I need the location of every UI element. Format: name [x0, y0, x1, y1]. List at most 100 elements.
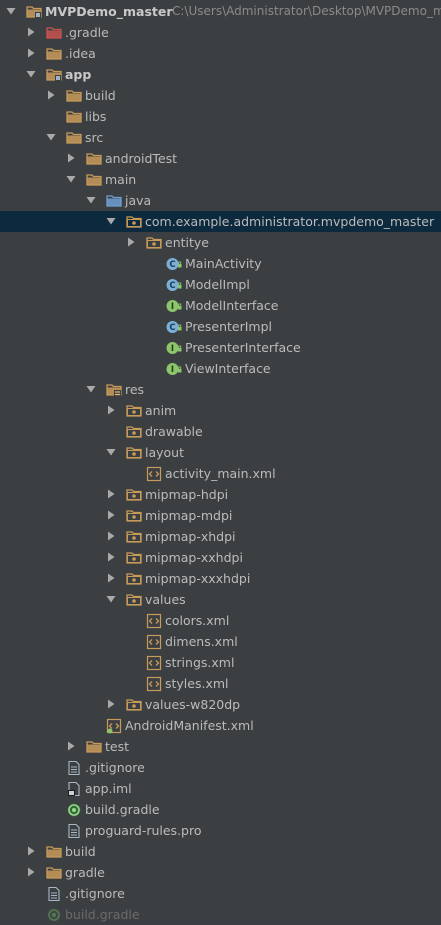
tree-row-presenterinterface[interactable]: I PresenterInterface [0, 337, 441, 358]
tree-row-main[interactable]: main [0, 169, 441, 190]
tree-row-label: PresenterImpl [185, 319, 272, 334]
package-icon [126, 424, 142, 440]
collapsed-arrow-icon[interactable] [26, 48, 36, 58]
tree-row-label: drawable [145, 424, 203, 439]
tree-row-build[interactable]: build [0, 841, 441, 862]
gradle-file-icon [66, 802, 82, 818]
tree-row-styles-xml[interactable]: styles.xml [0, 673, 441, 694]
expanded-arrow-icon[interactable] [66, 174, 76, 184]
collapsed-arrow-icon[interactable] [106, 510, 116, 520]
tree-row-mipmap-mdpi[interactable]: mipmap-mdpi [0, 505, 441, 526]
interface-icon: I [166, 298, 182, 314]
tree-row-label: anim [145, 403, 177, 418]
tree-row-gitignore[interactable]: .gitignore [0, 757, 441, 778]
tree-row-mipmap-hdpi[interactable]: mipmap-hdpi [0, 484, 441, 505]
tree-row-label: java [125, 193, 152, 208]
package-icon [126, 508, 142, 524]
tree-row-label: androidTest [105, 151, 178, 166]
tree-row-label: .gitignore [85, 760, 145, 775]
iml-file-icon [66, 781, 82, 797]
folder-icon [46, 844, 62, 860]
tree-row-res[interactable]: res [0, 379, 441, 400]
tree-row-presenterimpl[interactable]: C PresenterImpl [0, 316, 441, 337]
tree-row-idea[interactable]: .idea [0, 43, 441, 64]
tree-row-mvpdemo-master[interactable]: MVPDemo_master C:\Users\Administrator\Des… [0, 1, 441, 22]
tree-row-app[interactable]: app [0, 64, 441, 85]
collapsed-arrow-icon[interactable] [26, 27, 36, 37]
tree-row-mipmap-xxxhdpi[interactable]: mipmap-xxxhdpi [0, 568, 441, 589]
tree-row-proguard-rules-pro[interactable]: proguard-rules.pro [0, 820, 441, 841]
collapsed-arrow-icon[interactable] [26, 846, 36, 856]
tree-row-label: values-w820dp [145, 697, 241, 712]
tree-row-values[interactable]: values [0, 589, 441, 610]
tree-row-androidtest[interactable]: androidTest [0, 148, 441, 169]
tree-row-label: test [105, 739, 130, 754]
collapsed-arrow-icon[interactable] [26, 867, 36, 877]
collapsed-arrow-icon[interactable] [46, 90, 56, 100]
tree-row-mipmap-xxhdpi[interactable]: mipmap-xxhdpi [0, 547, 441, 568]
tree-row-build-gradle[interactable]: build.gradle [0, 799, 441, 820]
tree-row-build[interactable]: build [0, 85, 441, 106]
collapsed-arrow-icon[interactable] [126, 237, 136, 247]
tree-row-anim[interactable]: anim [0, 400, 441, 421]
tree-row-strings-xml[interactable]: strings.xml [0, 652, 441, 673]
tree-row-libs[interactable]: libs [0, 106, 441, 127]
tree-row-dimens-xml[interactable]: dimens.xml [0, 631, 441, 652]
tree-row-label: .gradle [65, 25, 109, 40]
tree-row-modelinterface[interactable]: I ModelInterface [0, 295, 441, 316]
tree-row-modelimpl[interactable]: C ModelImpl [0, 274, 441, 295]
class-icon: C [166, 319, 182, 335]
tree-row-androidmanifest-xml[interactable]: AndroidManifest.xml [0, 715, 441, 736]
tree-row-entitye[interactable]: entitye [0, 232, 441, 253]
tree-row-mipmap-xhdpi[interactable]: mipmap-xhdpi [0, 526, 441, 547]
tree-row-src[interactable]: src [0, 127, 441, 148]
tree-row-gradle[interactable]: .gradle [0, 22, 441, 43]
tree-row-label: build [65, 844, 96, 859]
tree-row-label: app.iml [85, 781, 132, 796]
folder-icon [66, 109, 82, 125]
tree-row-build-gradle[interactable]: build.gradle [0, 904, 441, 925]
tree-row-app-iml[interactable]: app.iml [0, 778, 441, 799]
collapsed-arrow-icon[interactable] [106, 489, 116, 499]
collapsed-arrow-icon[interactable] [106, 405, 116, 415]
expanded-arrow-icon[interactable] [6, 6, 16, 16]
tree-row-label: MVPDemo_master [45, 4, 173, 19]
tree-row-gitignore[interactable]: .gitignore [0, 883, 441, 904]
xml-file-icon [146, 655, 162, 671]
tree-row-values-w820dp[interactable]: values-w820dp [0, 694, 441, 715]
module-folder-icon [46, 67, 62, 83]
tree-row-layout[interactable]: layout [0, 442, 441, 463]
tree-row-test[interactable]: test [0, 736, 441, 757]
collapsed-arrow-icon[interactable] [66, 153, 76, 163]
expanded-arrow-icon[interactable] [26, 69, 36, 79]
expanded-arrow-icon[interactable] [106, 594, 116, 604]
expanded-arrow-icon[interactable] [106, 216, 116, 226]
expanded-arrow-icon[interactable] [86, 384, 96, 394]
tree-row-label: styles.xml [165, 676, 229, 691]
svg-text:C: C [169, 260, 175, 270]
collapsed-arrow-icon[interactable] [106, 699, 116, 709]
tree-row-com-example-administrator-mvpdemo-master[interactable]: com.example.administrator.mvpdemo_master [0, 211, 441, 232]
package-icon [146, 235, 162, 251]
xml-file-icon [146, 613, 162, 629]
collapsed-arrow-icon[interactable] [106, 573, 116, 583]
tree-row-mainactivity[interactable]: C MainActivity [0, 253, 441, 274]
tree-row-viewinterface[interactable]: I ViewInterface [0, 358, 441, 379]
collapsed-arrow-icon[interactable] [106, 531, 116, 541]
expanded-arrow-icon[interactable] [46, 132, 56, 142]
tree-row-label: activity_main.xml [165, 466, 276, 481]
tree-row-gradle[interactable]: gradle [0, 862, 441, 883]
tree-row-java[interactable]: java [0, 190, 441, 211]
expanded-arrow-icon[interactable] [86, 195, 96, 205]
text-file-icon [66, 760, 82, 776]
tree-row-colors-xml[interactable]: colors.xml [0, 610, 441, 631]
collapsed-arrow-icon[interactable] [106, 552, 116, 562]
resource-folder-icon [106, 382, 122, 398]
folder-icon [46, 46, 62, 62]
expanded-arrow-icon[interactable] [106, 447, 116, 457]
tree-row-label: layout [145, 445, 185, 460]
tree-row-drawable[interactable]: drawable [0, 421, 441, 442]
svg-text:C: C [169, 281, 175, 291]
tree-row-activity-main-xml[interactable]: activity_main.xml [0, 463, 441, 484]
collapsed-arrow-icon[interactable] [66, 741, 76, 751]
